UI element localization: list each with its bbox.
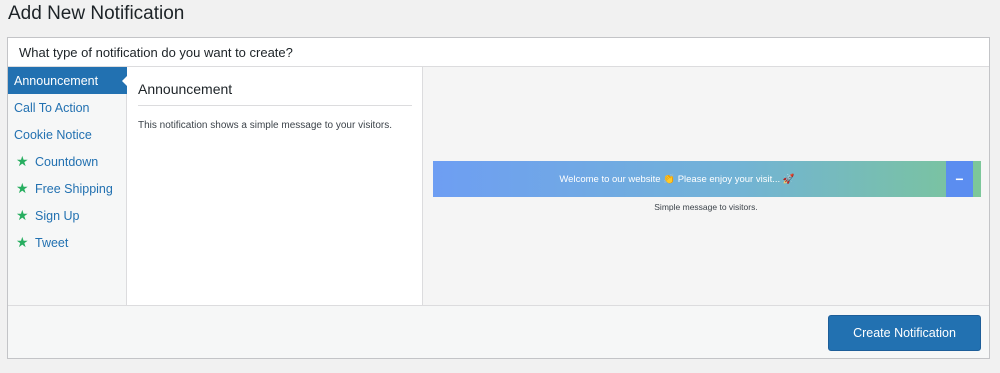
notification-type-sidebar: Announcement Call To Action Cookie Notic…: [8, 67, 128, 305]
sidebar-item-label: Sign Up: [35, 208, 80, 223]
star-icon: ★: [16, 207, 29, 223]
sidebar-item-label: Announcement: [14, 73, 99, 88]
sidebar-item-label: Countdown: [35, 154, 99, 169]
sidebar-item-cookie-notice[interactable]: Cookie Notice: [8, 121, 126, 148]
sidebar-item-label: Call To Action: [14, 100, 90, 115]
sidebar-item-label: Free Shipping: [35, 181, 113, 196]
sidebar-item-call-to-action[interactable]: Call To Action: [8, 94, 126, 121]
sidebar-item-sign-up[interactable]: ★ Sign Up: [8, 202, 126, 229]
preview-caption: Simple message to visitors.: [654, 202, 758, 212]
star-icon: ★: [16, 234, 29, 250]
star-icon: ★: [16, 180, 29, 196]
sidebar-item-free-shipping[interactable]: ★ Free Shipping: [8, 175, 126, 202]
notification-detail: Announcement This notification shows a s…: [128, 67, 423, 305]
page-title: Add New Notification: [8, 3, 185, 24]
sidebar-item-label: Tweet: [35, 235, 69, 250]
preview-notification-bar: Welcome to our website 👏 Please enjoy yo…: [433, 161, 981, 197]
detail-title: Announcement: [138, 81, 412, 106]
panel-question: What type of notification do you want to…: [8, 38, 989, 67]
collapse-button[interactable]: −: [946, 161, 973, 197]
bar-edge: [973, 161, 981, 197]
preview-bar-text: Welcome to our website 👏 Please enjoy yo…: [559, 173, 795, 185]
sidebar-item-countdown[interactable]: ★ Countdown: [8, 148, 126, 175]
notification-type-panel: What type of notification do you want to…: [7, 37, 990, 359]
panel-body: Announcement Call To Action Cookie Notic…: [8, 67, 989, 305]
sidebar-item-announcement[interactable]: Announcement: [8, 67, 128, 94]
detail-description: This notification shows a simple message…: [138, 120, 392, 131]
panel-footer: Create Notification: [8, 305, 989, 358]
notification-preview: Welcome to our website 👏 Please enjoy yo…: [423, 67, 989, 305]
create-notification-button[interactable]: Create Notification: [828, 315, 981, 351]
minus-icon: −: [955, 171, 964, 187]
star-icon: ★: [16, 153, 29, 169]
sidebar-item-label: Cookie Notice: [14, 127, 92, 142]
sidebar-item-tweet[interactable]: ★ Tweet: [8, 229, 126, 256]
